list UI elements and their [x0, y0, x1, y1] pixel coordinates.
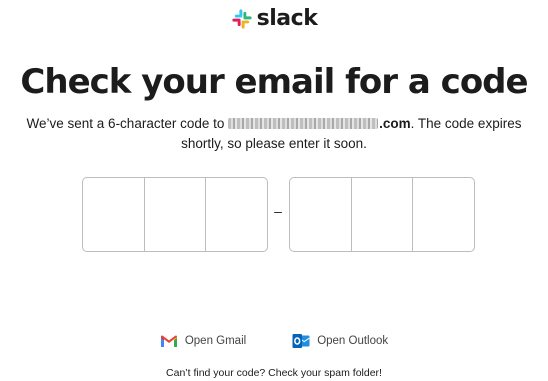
open-gmail-link[interactable]: Open Gmail [160, 335, 246, 348]
email-address: .com [228, 114, 411, 134]
open-outlook-link[interactable]: Open Outlook [292, 333, 388, 349]
outlook-icon [292, 334, 310, 348]
code-group-second [289, 177, 475, 252]
confirm-email-page: slack Check your email for a code We’ve … [0, 0, 548, 381]
slack-logo: slack [0, 8, 548, 30]
code-digit-3[interactable] [206, 178, 267, 251]
page-title: Check your email for a code [20, 62, 528, 102]
code-group-first [82, 177, 268, 252]
email-client-links: Open Gmail Open Outlook [0, 333, 548, 349]
email-suffix: .com [379, 116, 411, 131]
open-gmail-label: Open Gmail [184, 335, 247, 347]
open-outlook-label: Open Outlook [317, 335, 389, 347]
subtitle-prefix: We’ve sent a 6-character code to [26, 116, 229, 131]
code-digit-6[interactable] [413, 178, 474, 251]
slack-wordmark: slack [256, 6, 318, 31]
page-subtitle: We’ve sent a 6-character code to .com. T… [8, 114, 540, 154]
spam-folder-hint: Can’t find your code? Check your spam fo… [166, 367, 382, 379]
code-input-area: – [82, 177, 476, 252]
code-digit-1[interactable] [83, 178, 145, 251]
slack-logo-icon [232, 9, 252, 29]
code-digit-4[interactable] [290, 178, 352, 251]
code-separator: – [274, 203, 282, 219]
code-digit-5[interactable] [351, 178, 414, 251]
code-digit-2[interactable] [144, 178, 207, 251]
redacted-email [228, 118, 379, 129]
gmail-icon [160, 335, 177, 347]
